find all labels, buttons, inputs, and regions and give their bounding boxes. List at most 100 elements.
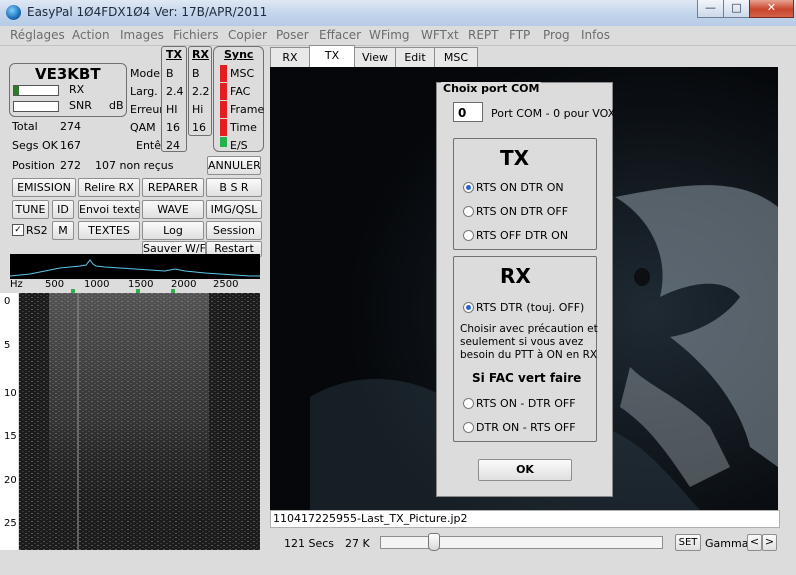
menu-prog[interactable]: Prog — [543, 28, 570, 42]
repair-button[interactable]: REPARER — [142, 178, 204, 197]
fac-heading: Si FAC vert faire — [472, 371, 582, 385]
freq-tick-1500: 1500 — [128, 279, 154, 290]
tx-qam-value: 16 — [166, 121, 180, 134]
tx-option-1-radio[interactable] — [463, 182, 474, 193]
com-port-label: Port COM - 0 pour VOX — [491, 107, 616, 120]
next-button[interactable]: > — [762, 534, 777, 551]
menu-copier[interactable]: Copier — [228, 28, 267, 42]
callsign-label: VE3KBT — [35, 65, 101, 83]
position-slider-thumb[interactable] — [428, 533, 441, 551]
cancel-button[interactable]: ANNULER — [207, 156, 261, 175]
set-button[interactable]: SET — [675, 534, 701, 551]
texts-button[interactable]: TEXTES — [78, 221, 140, 240]
param-label-qam: QAM — [130, 121, 156, 134]
callsign-panel: VE3KBT RX SNR dB — [9, 63, 127, 117]
rx-width-value: 2.2 — [192, 85, 210, 98]
tx-option-2-radio[interactable] — [463, 206, 474, 217]
warning-line-3: besoin du PTT à ON en RX — [460, 349, 598, 361]
wave-button[interactable]: WAVE — [142, 200, 204, 219]
menu-action[interactable]: Action — [72, 28, 110, 42]
fac-option-2-radio[interactable] — [463, 422, 474, 433]
tab-msc[interactable]: MSC — [434, 47, 478, 67]
file-status-bar: 110417225955-Last_TX_Picture.jp2 — [270, 510, 780, 528]
title-bar[interactable]: EasyPal 1Ø4FDX1Ø4 Ver: 17B/APR/2011 — □ … — [0, 0, 796, 27]
menu-effacer[interactable]: Effacer — [319, 28, 361, 42]
menu-reglages[interactable]: Réglages — [10, 28, 65, 42]
param-label-width: Larg. — [130, 85, 158, 98]
total-label: Total — [12, 120, 38, 133]
menu-wfimg[interactable]: WFimg — [369, 28, 410, 42]
dialog-title: Choix port COM — [441, 82, 542, 95]
rx-level-meter — [13, 85, 59, 96]
menu-ftp[interactable]: FTP — [509, 28, 530, 42]
wf-tick-0: 0 — [4, 296, 11, 307]
menu-bar: Réglages Action Images Fichiers Copier P… — [0, 26, 796, 46]
tab-tx[interactable]: TX — [309, 45, 355, 67]
sync-label-time: Time — [230, 121, 257, 134]
log-button[interactable]: Log — [142, 221, 204, 240]
tx-params-column: TX B 2.4 HI 16 24 — [161, 46, 187, 152]
rx-option-radio[interactable] — [463, 302, 474, 313]
menu-poser[interactable]: Poser — [276, 28, 309, 42]
close-button[interactable]: ✕ — [749, 0, 794, 18]
send-text-button[interactable]: Envoi texte — [78, 200, 140, 219]
maximize-button[interactable]: □ — [723, 0, 750, 18]
tab-view[interactable]: View — [354, 47, 396, 67]
m-button[interactable]: M — [52, 221, 74, 240]
previous-button[interactable]: < — [747, 534, 762, 551]
tx-column-header: TX — [166, 48, 182, 61]
sync-label-msc: MSC — [230, 67, 255, 80]
tune-button[interactable]: TUNE — [12, 200, 49, 219]
fac-option-1-radio[interactable] — [463, 398, 474, 409]
com-port-input[interactable]: 0 — [453, 102, 483, 122]
tab-edit[interactable]: Edit — [395, 47, 435, 67]
param-label-error: Erreur — [130, 103, 164, 116]
tx-options-group: TX RTS ON DTR ON RTS ON DTR OFF RTS OFF … — [453, 138, 597, 250]
com-port-dialog: Choix port COM 0 Port COM - 0 pour VOX T… — [436, 82, 616, 497]
tx-mode-value: B — [166, 67, 174, 80]
sync-label-frame: Frame — [230, 103, 265, 116]
sync-label-es: E/S — [230, 139, 248, 152]
sync-indicator-msc — [220, 65, 227, 82]
snr-level-meter — [13, 101, 59, 112]
menu-rept[interactable]: REPT — [468, 28, 499, 42]
missing-segments-text: 107 non reçus — [95, 159, 174, 172]
id-button[interactable]: ID — [52, 200, 74, 219]
replay-rx-button[interactable]: Relire RX — [78, 178, 140, 197]
menu-fichiers[interactable]: Fichiers — [173, 28, 218, 42]
waterfall-noise — [19, 293, 260, 550]
ok-button[interactable]: OK — [478, 459, 572, 481]
rs2-checkbox[interactable]: ✓ — [12, 224, 24, 236]
menu-infos[interactable]: Infos — [581, 28, 610, 42]
freq-tick-2500: 2500 — [213, 279, 239, 290]
emission-button[interactable]: EMISSION — [12, 178, 76, 197]
freq-unit: Hz — [10, 279, 23, 290]
tx-option-2-label: RTS ON DTR OFF — [476, 205, 569, 218]
session-button[interactable]: Session — [206, 221, 262, 240]
tx-error-value: HI — [166, 103, 178, 116]
param-label-mode: Mode — [130, 67, 160, 80]
tx-option-3-radio[interactable] — [463, 230, 474, 241]
rx-params-column: RX B 2.2 Hi 16 — [188, 46, 212, 136]
menu-images[interactable]: Images — [120, 28, 164, 42]
wf-tick-10: 10 — [4, 388, 17, 399]
sync-indicator-time — [220, 119, 227, 136]
tab-rx[interactable]: RX — [270, 47, 310, 67]
img-qsl-button[interactable]: IMG/QSL — [206, 200, 262, 219]
tx-option-3-label: RTS OFF DTR ON — [476, 229, 569, 242]
sync-indicator-es — [220, 137, 227, 147]
tx-option-1-label: RTS ON DTR ON — [476, 181, 564, 194]
position-slider-track[interactable] — [380, 536, 663, 549]
position-value: 272 — [60, 159, 81, 172]
minimize-button[interactable]: — — [697, 0, 724, 18]
menu-wftxt[interactable]: WFTxt — [421, 28, 459, 42]
waterfall-display — [19, 293, 260, 550]
sync-label-fac: FAC — [230, 85, 251, 98]
warning-line-1: Choisir avec précaution et — [460, 323, 598, 335]
wf-tick-5: 5 — [4, 340, 11, 351]
snr-unit: dB — [109, 99, 124, 112]
sync-indicator-frame — [220, 101, 227, 118]
waterfall-time-scale: 0 5 10 15 20 25 — [0, 293, 18, 550]
sync-header: Sync — [224, 48, 254, 61]
bsr-button[interactable]: B S R — [206, 178, 262, 197]
